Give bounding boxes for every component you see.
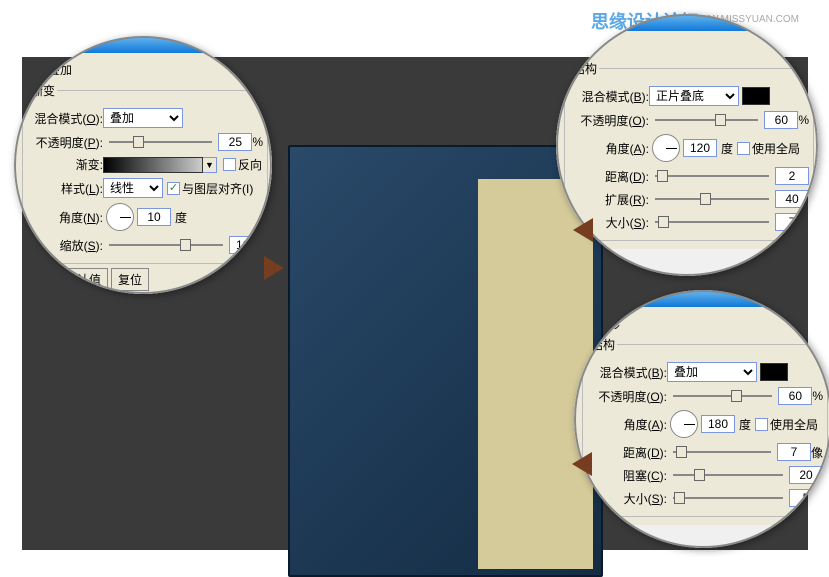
distance-slider[interactable] xyxy=(671,444,773,460)
angle-label: 角度(A): xyxy=(589,416,667,433)
reset-button[interactable]: 复位 xyxy=(111,268,149,291)
distance-input[interactable] xyxy=(775,167,809,185)
structure-fieldset: 结构 混合模式(B): 叠加 不透明度(O): % 角度(A): 度 使用全局 xyxy=(582,336,828,517)
opacity-label: 不透明度(P): xyxy=(29,134,103,151)
blend-mode-label: 混合模式(O): xyxy=(29,110,103,127)
angle-dial[interactable] xyxy=(106,203,134,231)
style-label: 样式(L): xyxy=(29,180,103,197)
blend-mode-select[interactable]: 正片叠底 xyxy=(649,86,739,106)
distance-slider[interactable] xyxy=(653,168,771,184)
blend-mode-select[interactable]: 叠加 xyxy=(103,108,183,128)
opacity-label: 不透明度(O): xyxy=(589,388,667,405)
angle-dial[interactable] xyxy=(652,134,680,162)
opacity-slider[interactable] xyxy=(107,134,214,150)
magnifier-drop-shadow: 投影 结构 混合模式(B): 正片叠底 不透明度(O): % 角度(A): 度 … xyxy=(556,14,818,276)
callout-arrow-icon xyxy=(573,218,593,242)
callout-arrow-icon xyxy=(264,256,284,280)
opacity-slider[interactable] xyxy=(653,112,760,128)
global-light-checkbox[interactable] xyxy=(737,142,750,155)
size-slider[interactable] xyxy=(671,490,785,506)
distance-input[interactable] xyxy=(777,443,811,461)
color-swatch[interactable] xyxy=(742,87,770,105)
size-slider[interactable] xyxy=(653,214,771,230)
choke-slider[interactable] xyxy=(671,467,785,483)
style-select[interactable]: 线性 xyxy=(103,178,163,198)
distance-label: 距离(D): xyxy=(571,168,649,185)
angle-dial[interactable] xyxy=(670,410,698,438)
blend-mode-label: 混合模式(B): xyxy=(589,364,667,381)
spread-label: 扩展(R): xyxy=(571,191,649,208)
global-light-checkbox[interactable] xyxy=(755,418,768,431)
opacity-input[interactable] xyxy=(218,133,252,151)
reverse-checkbox[interactable] xyxy=(223,158,236,171)
gradient-fieldset: 渐变 混合模式(O): 叠加 不透明度(P): % 渐变: ▼ 反向 样式(L)… xyxy=(22,82,268,264)
dialog-titlebar xyxy=(14,36,272,53)
opacity-input[interactable] xyxy=(764,111,798,129)
opacity-label: 不透明度(O): xyxy=(571,112,649,129)
magnifier-gradient-overlay: 渐变叠加 渐变 混合模式(O): 叠加 不透明度(P): % 渐变: ▼ 反向 xyxy=(14,36,272,294)
angle-input[interactable] xyxy=(137,208,171,226)
structure-fieldset: 结构 混合模式(B): 正片叠底 不透明度(O): % 角度(A): 度 使用全… xyxy=(564,60,814,241)
angle-input[interactable] xyxy=(683,139,717,157)
choke-label: 阻塞(C): xyxy=(589,467,667,484)
angle-input[interactable] xyxy=(701,415,735,433)
chevron-down-icon[interactable]: ▼ xyxy=(203,157,217,173)
blend-mode-select[interactable]: 叠加 xyxy=(667,362,757,382)
choke-input[interactable] xyxy=(789,466,823,484)
angle-label: 角度(A): xyxy=(571,140,649,157)
callout-arrow-icon xyxy=(572,452,592,476)
gradient-preview[interactable] xyxy=(103,157,203,173)
opacity-input[interactable] xyxy=(778,387,812,405)
scale-slider[interactable] xyxy=(107,237,225,253)
panel-title: 投影 xyxy=(566,39,814,56)
spread-slider[interactable] xyxy=(653,191,771,207)
align-checkbox[interactable] xyxy=(167,182,180,195)
book-cover xyxy=(288,145,603,577)
opacity-slider[interactable] xyxy=(671,388,774,404)
angle-label: 角度(N): xyxy=(29,209,103,226)
gradient-label: 渐变: xyxy=(29,156,103,173)
magnifier-inner-shadow: 内阴影 结构 混合模式(B): 叠加 不透明度(O): % 角度(A): 度 使… xyxy=(574,290,829,548)
distance-label: 距离(D): xyxy=(589,444,667,461)
color-swatch[interactable] xyxy=(760,363,788,381)
blend-mode-label: 混合模式(B): xyxy=(571,88,649,105)
